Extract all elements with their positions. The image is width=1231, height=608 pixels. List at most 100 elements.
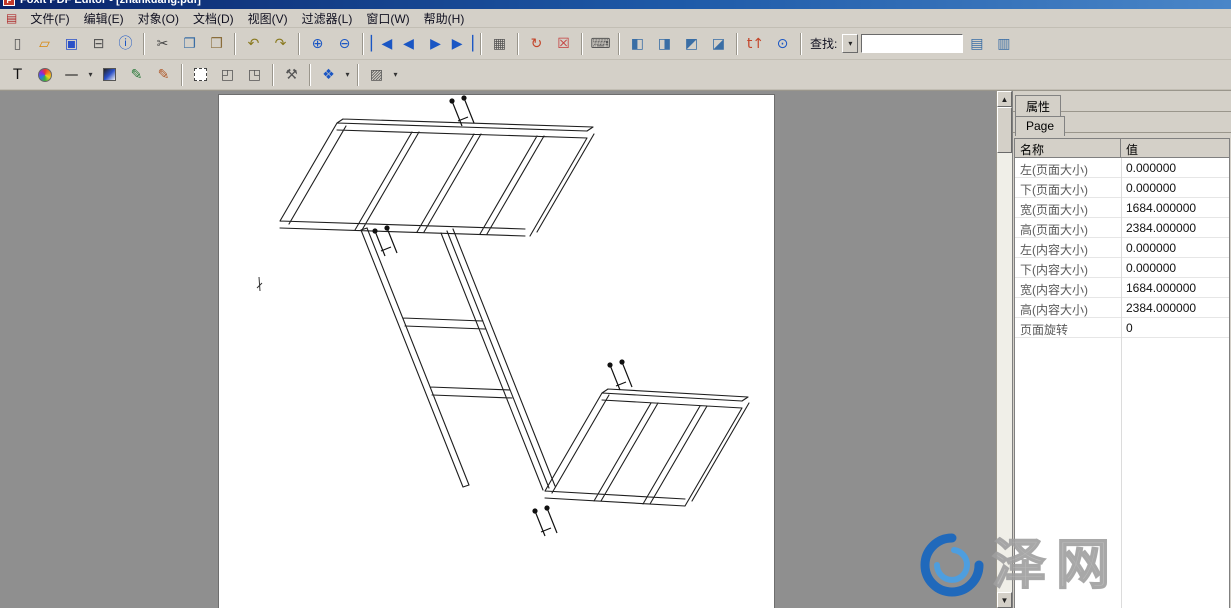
properties-table-body: 左(页面大小)0.000000下(页面大小)0.000000宽(页面大小)168… xyxy=(1015,158,1229,608)
text-up-button[interactable]: t↑ xyxy=(742,31,769,56)
scrollbar-thumb[interactable] xyxy=(997,107,1012,153)
text-tool-icon: T xyxy=(13,68,22,82)
property-row[interactable]: 左(页面大小)0.000000 xyxy=(1015,158,1229,178)
transform-button[interactable]: ◰ xyxy=(214,62,241,87)
copy-button[interactable]: ❐ xyxy=(176,31,203,56)
save-floppy-icon: ▣ xyxy=(65,37,78,51)
window-icon[interactable]: F xyxy=(3,0,15,6)
find-history-dropdown[interactable]: ▾ xyxy=(842,34,858,53)
fill-color-button-dropdown[interactable]: ▾ xyxy=(390,63,401,86)
column-header-value[interactable]: 值 xyxy=(1121,139,1229,158)
menu-filter[interactable]: 过滤器(L) xyxy=(295,8,360,29)
property-value: 1684.000000 xyxy=(1121,278,1229,297)
menu-window[interactable]: 窗口(W) xyxy=(359,8,416,29)
document-info-button[interactable]: ⓘ xyxy=(112,31,139,56)
find-next-document-icon: ▥ xyxy=(997,37,1010,51)
toolbar-separator xyxy=(298,33,300,55)
stroke-color-button[interactable]: ❖ xyxy=(315,62,342,87)
property-row[interactable]: 左(内容大小)0.000000 xyxy=(1015,238,1229,258)
arrow-down-icon: ▼ xyxy=(1001,596,1009,605)
last-page-button[interactable]: ▶▕ xyxy=(449,31,476,56)
zoom-in-button[interactable]: ⊕ xyxy=(304,31,331,56)
document-page[interactable] xyxy=(218,94,775,608)
next-page-button[interactable]: ▶ xyxy=(422,31,449,56)
edit-content-button[interactable]: ✎ xyxy=(150,62,177,87)
find-input[interactable] xyxy=(861,34,963,53)
rotate-page-button[interactable]: ↻ xyxy=(523,31,550,56)
property-name: 下(页面大小) xyxy=(1015,178,1121,197)
stroke-color-button-dropdown[interactable]: ▾ xyxy=(342,63,353,86)
delete-page-button[interactable]: ☒ xyxy=(550,31,577,56)
text-tool-button[interactable]: T xyxy=(4,62,31,87)
property-value: 0.000000 xyxy=(1121,158,1229,177)
zoom-in-icon: ⊕ xyxy=(312,37,324,51)
tab-properties[interactable]: 属性 xyxy=(1015,95,1061,118)
property-name: 左(页面大小) xyxy=(1015,158,1121,177)
print-button[interactable]: ⊟ xyxy=(85,31,112,56)
property-row[interactable]: 高(内容大小)2384.000000 xyxy=(1015,298,1229,318)
line-tool-button[interactable]: — xyxy=(58,62,85,87)
new-document-button[interactable]: ▯ xyxy=(4,31,31,56)
property-row[interactable]: 宽(内容大小)1684.000000 xyxy=(1015,278,1229,298)
fit-width-button[interactable]: ◧ xyxy=(624,31,651,56)
find-cluster: 查找: ▾ xyxy=(808,34,963,53)
transform-icon: ◰ xyxy=(221,68,234,82)
menu-file[interactable]: 文件(F) xyxy=(23,8,76,29)
paste-button[interactable]: ❒ xyxy=(203,31,230,56)
scroll-down-button[interactable]: ▼ xyxy=(997,592,1012,608)
first-page-button[interactable]: ▏◀ xyxy=(368,31,395,56)
property-row[interactable]: 下(页面大小)0.000000 xyxy=(1015,178,1229,198)
select-area-button[interactable] xyxy=(187,62,214,87)
fit-page-button[interactable]: ◨ xyxy=(651,31,678,56)
keyboard-button[interactable]: ⌨ xyxy=(587,31,614,56)
scrollbar-track[interactable] xyxy=(997,153,1012,592)
document-canvas[interactable] xyxy=(0,91,996,608)
menu-help[interactable]: 帮助(H) xyxy=(417,8,472,29)
bolt-callouts xyxy=(373,96,632,536)
continuous-view-button[interactable]: ◪ xyxy=(705,31,732,56)
menu-document[interactable]: 文档(D) xyxy=(186,8,241,29)
tools-button[interactable]: ⚒ xyxy=(278,62,305,87)
target-button[interactable]: ⊙ xyxy=(769,31,796,56)
scroll-up-button[interactable]: ▲ xyxy=(997,91,1012,107)
first-page-icon: ▏◀ xyxy=(371,37,393,51)
cut-button[interactable]: ✂ xyxy=(149,31,176,56)
panel-tab-bar: 属性 xyxy=(1013,91,1231,112)
property-row[interactable]: 下(内容大小)0.000000 xyxy=(1015,258,1229,278)
menu-view[interactable]: 视图(V) xyxy=(241,8,295,29)
property-row[interactable]: 页面旋转0 xyxy=(1015,318,1229,338)
line-tool-button-dropdown[interactable]: ▾ xyxy=(85,63,96,86)
redo-button[interactable]: ↷ xyxy=(267,31,294,56)
distort-button[interactable]: ◳ xyxy=(241,62,268,87)
find-document-button[interactable]: ▤ xyxy=(963,31,990,56)
edit-object-button[interactable]: ✎ xyxy=(123,62,150,87)
new-document-icon: ▯ xyxy=(14,37,22,51)
line-icon: — xyxy=(65,68,79,82)
two-page-view-button[interactable]: ◩ xyxy=(678,31,705,56)
last-page-icon: ▶▕ xyxy=(452,37,474,51)
tab-page[interactable]: Page xyxy=(1015,116,1065,136)
open-file-button[interactable]: ▱ xyxy=(31,31,58,56)
fill-style-button[interactable] xyxy=(96,62,123,87)
copy-icon: ❐ xyxy=(183,37,196,51)
save-button[interactable]: ▣ xyxy=(58,31,85,56)
fill-color-button[interactable]: ▨ xyxy=(363,62,390,87)
next-page-icon: ▶ xyxy=(430,37,441,51)
menu-edit[interactable]: 编辑(E) xyxy=(77,8,131,29)
text-cursor-mark xyxy=(257,277,262,291)
page-thumbnails-button[interactable]: ▦ xyxy=(486,31,513,56)
property-name: 页面旋转 xyxy=(1015,318,1121,337)
toolbar-separator xyxy=(362,33,364,55)
previous-page-button[interactable]: ◀ xyxy=(395,31,422,56)
edit-page-icon: ✎ xyxy=(131,68,143,82)
property-row[interactable]: 高(页面大小)2384.000000 xyxy=(1015,218,1229,238)
menu-object[interactable]: 对象(O) xyxy=(131,8,186,29)
vertical-scrollbar[interactable]: ▲ ▼ xyxy=(996,91,1012,608)
zoom-out-button[interactable]: ⊖ xyxy=(331,31,358,56)
active-document-icon[interactable]: ▤ xyxy=(6,11,17,25)
column-header-name[interactable]: 名称 xyxy=(1015,139,1121,158)
find-next-document-button[interactable]: ▥ xyxy=(990,31,1017,56)
undo-button[interactable]: ↶ xyxy=(240,31,267,56)
property-row[interactable]: 宽(页面大小)1684.000000 xyxy=(1015,198,1229,218)
color-wheel-button[interactable] xyxy=(31,62,58,87)
